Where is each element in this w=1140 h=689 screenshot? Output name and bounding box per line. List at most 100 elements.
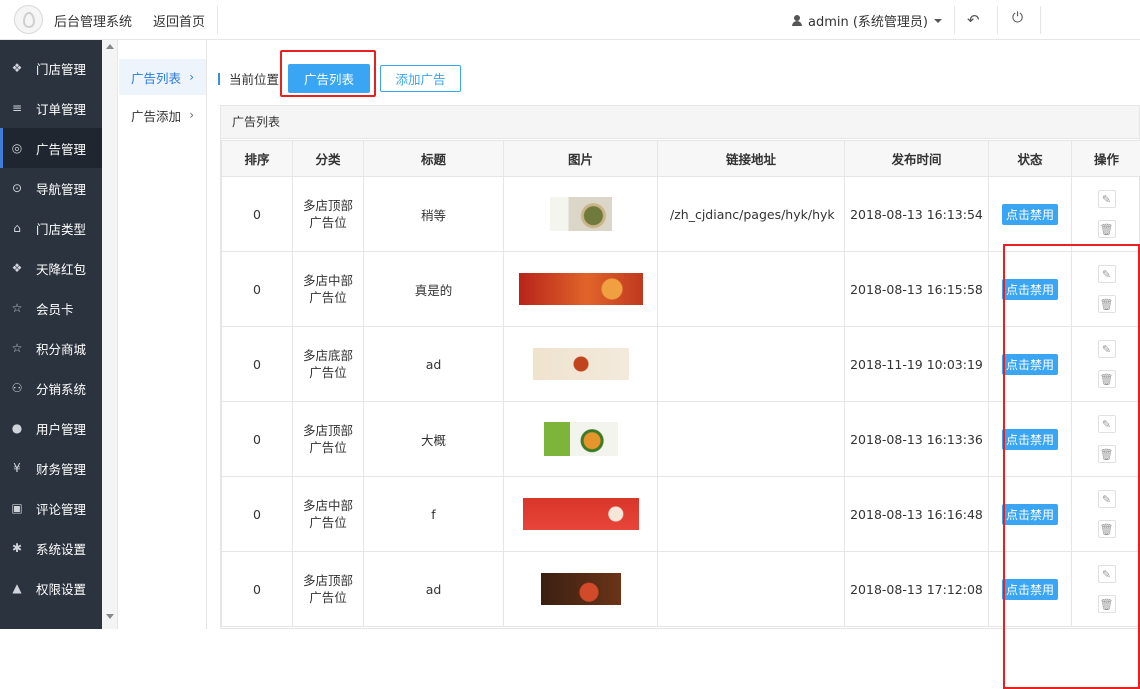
category-cell: 多店中部广告位	[293, 477, 364, 552]
sidebar-item-label: 天降红包	[36, 259, 86, 278]
sidebar-item-label: 会员卡	[36, 299, 74, 318]
sidebar-item-label: 订单管理	[36, 99, 86, 118]
subnav-item-ad-list[interactable]: 广告列表 ›	[119, 59, 206, 95]
user-icon	[792, 15, 802, 26]
trash-icon[interactable]: 🗑	[1098, 220, 1116, 238]
reply-icon[interactable]: ↶	[967, 11, 980, 29]
user-icon: ●	[10, 421, 24, 435]
breadcrumb: 当前位置:	[218, 69, 283, 88]
time-cell: 2018-08-13 17:12:08	[845, 552, 989, 627]
sidebar-item-label: 门店管理	[36, 59, 86, 78]
main-content: 当前位置: 广告列表 添加广告 广告列表 排序 分类 标题 图片 链接地址 发布…	[208, 40, 1140, 629]
breadcrumb-label: 当前位置:	[229, 69, 283, 88]
ad-banner-image	[519, 273, 643, 305]
column-header: 排序	[222, 141, 293, 177]
money-icon: ▣	[10, 501, 24, 515]
subnav-item-ad-add[interactable]: 广告添加 ›	[119, 97, 206, 133]
disable-button[interactable]: 点击禁用	[1002, 204, 1058, 225]
sort-cell: 0	[222, 327, 293, 402]
divider	[217, 6, 218, 34]
sidebar-item[interactable]: ◎广告管理	[0, 128, 102, 168]
sidebar-item-label: 用户管理	[36, 419, 86, 438]
sidebar-item-label: 导航管理	[36, 179, 86, 198]
link-cell	[658, 327, 845, 402]
subnav-label: 广告列表	[131, 68, 181, 87]
title-cell: 大概	[364, 402, 504, 477]
sidebar-item-label: 权限设置	[36, 579, 86, 598]
add-ad-button[interactable]: 添加广告	[380, 65, 461, 92]
app-title: 后台管理系统	[54, 11, 132, 30]
category-cell: 多店顶部广告位	[293, 402, 364, 477]
sidebar-item[interactable]: ▲权限设置	[0, 568, 102, 608]
title-cell: f	[364, 477, 504, 552]
home-link[interactable]: 返回首页	[153, 11, 205, 30]
gear-icon: ✱	[10, 541, 24, 555]
sidebar-item-label: 系统设置	[36, 539, 86, 558]
column-header: 分类	[293, 141, 364, 177]
sidebar: ❖ 门店管理 ≡ 订单管理 ◎广告管理 ⊙ 导航管理 ⌂门店类型 ❖ 天降红包 ☆ 会员卡 ☆积分商城⚇…	[0, 40, 102, 629]
sidebar-item[interactable]: ✱ 系统设置	[0, 528, 102, 568]
title-cell: 真是的	[364, 252, 504, 327]
ad-list-button[interactable]: 广告列表	[288, 64, 370, 93]
ad-banner-image	[541, 573, 621, 605]
link-cell	[658, 252, 845, 327]
user-menu[interactable]: admin (系统管理员)	[792, 11, 942, 30]
image-cell	[504, 177, 658, 252]
chevron-right-icon: ›	[189, 70, 194, 84]
sidebar-item[interactable]: ⌂门店类型	[0, 208, 102, 248]
sort-cell: 0	[222, 552, 293, 627]
sidebar-item[interactable]: ● 用户管理	[0, 408, 102, 448]
column-header: 状态	[989, 141, 1072, 177]
sidebar-item[interactable]: ▣评论管理	[0, 488, 102, 528]
sidebar-item[interactable]: ≡ 订单管理	[0, 88, 102, 128]
sidebar-item[interactable]: ❖ 天降红包	[0, 248, 102, 288]
sidebar-item[interactable]: ⚇分销系统	[0, 368, 102, 408]
sort-cell: 0	[222, 477, 293, 552]
time-cell: 2018-08-13 16:15:58	[845, 252, 989, 327]
image-cell	[504, 552, 658, 627]
scroll-up-icon[interactable]	[106, 44, 114, 49]
sidebar-item[interactable]: ❖ 门店管理	[0, 48, 102, 88]
yen-icon: ¥	[10, 461, 24, 475]
link-cell: /zh_cjdianc/pages/hyk/hyk	[658, 177, 845, 252]
sidebar-item-label: 积分商城	[36, 339, 86, 358]
ad-list-panel: 广告列表 排序 分类 标题 图片 链接地址 发布时间 状态 操作 0多店顶部广告…	[220, 105, 1140, 629]
star-icon: ☆	[10, 301, 24, 315]
image-cell	[504, 477, 658, 552]
edit-icon[interactable]: ✎	[1098, 190, 1116, 208]
sort-cell: 0	[222, 252, 293, 327]
scroll-down-icon[interactable]	[106, 614, 114, 619]
highlight-box	[1003, 244, 1140, 689]
sidebar-scrollbar[interactable]	[102, 40, 118, 629]
sidebar-item[interactable]: ⊙ 导航管理	[0, 168, 102, 208]
column-header: 操作	[1072, 141, 1140, 177]
cubes-icon: ❖	[10, 61, 24, 75]
category-cell: 多店顶部广告位	[293, 177, 364, 252]
breadcrumb-marker	[218, 73, 220, 85]
title-cell: ad	[364, 552, 504, 627]
time-cell: 2018-11-19 10:03:19	[845, 327, 989, 402]
bank-icon: ⌂	[10, 221, 24, 235]
user-label: admin (系统管理员)	[808, 11, 928, 30]
sub-nav: 广告列表 › 广告添加 ›	[119, 40, 207, 629]
subnav-label: 广告添加	[131, 106, 181, 125]
image-cell	[504, 252, 658, 327]
caret-down-icon	[934, 19, 942, 23]
sort-cell: 0	[222, 177, 293, 252]
sidebar-item[interactable]: ¥财务管理	[0, 448, 102, 488]
column-header: 图片	[504, 141, 658, 177]
table-header-row: 排序 分类 标题 图片 链接地址 发布时间 状态 操作	[222, 141, 1140, 177]
table-row: 0多店顶部广告位稍等/zh_cjdianc/pages/hyk/hyk2018-…	[222, 177, 1140, 252]
divider	[1040, 6, 1041, 34]
list-icon: ≡	[10, 101, 24, 115]
time-cell: 2018-08-13 16:13:54	[845, 177, 989, 252]
image-cell	[504, 327, 658, 402]
time-cell: 2018-08-13 16:13:36	[845, 402, 989, 477]
compass-icon: ⊙	[10, 181, 24, 195]
sidebar-item[interactable]: ☆ 会员卡	[0, 288, 102, 328]
logo	[14, 5, 43, 34]
chevron-right-icon: ›	[189, 108, 194, 122]
power-icon[interactable]: ⏻	[1012, 10, 1023, 26]
cubes-icon: ❖	[10, 261, 24, 275]
sidebar-item[interactable]: ☆积分商城	[0, 328, 102, 368]
